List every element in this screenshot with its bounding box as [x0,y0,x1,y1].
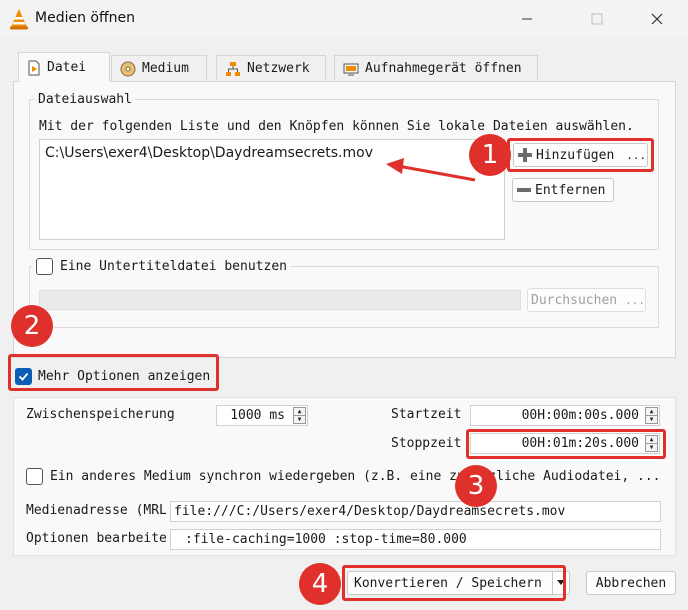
tab-label: Medium [142,61,189,76]
browse-button-label: Durchsuchen [531,292,618,308]
minus-icon [517,188,531,192]
annotation-box-more-options [8,354,219,391]
start-time-input[interactable]: 00H:00m:00s.000 [470,405,660,426]
edit-options-value: :file-caching=1000 :stop-time=80.000 [185,532,467,547]
sync-media-checkbox[interactable] [26,468,43,485]
tab-aufnahmegeraet[interactable]: Aufnahmegerät öffnen [334,55,538,81]
cancel-button-label: Abbrechen [595,575,667,591]
tab-label: Aufnahmegerät öffnen [365,61,522,76]
edit-options-input[interactable]: :file-caching=1000 :stop-time=80.000 [170,529,661,550]
tab-medium[interactable]: Medium [111,55,207,81]
annotation-box-add [507,138,654,172]
sync-media-row[interactable]: Ein anderes Medium synchron wiedergeben … [26,468,660,485]
minimize-button[interactable] [504,0,550,38]
file-selection-description: Mit der folgenden Liste und den Knöpfen … [39,119,634,134]
annotation-badge-1: 1 [469,134,511,176]
stop-time-label: Stoppzeit [391,436,462,451]
tab-label: Datei [47,60,87,75]
caching-spinner[interactable]: ▲ ▼ [293,407,306,424]
annotation-box-convert [342,565,566,601]
caching-label: Zwischenspeicherung [26,407,175,422]
annotation-badge-3: 3 [455,465,497,507]
start-time-spinner[interactable]: ▲ ▼ [645,407,658,424]
mrl-value: file:///C:/Users/exer4/Desktop/Daydreams… [174,504,566,519]
list-item[interactable]: C:\Users\exer4\Desktop\Daydreamsecrets.m… [45,145,373,161]
annotation-badge-2: 2 [11,305,53,347]
browse-button: Durchsuchen ... [527,288,646,312]
tab-label: Netzwerk [247,61,310,76]
annotation-badge-4: 4 [299,563,341,605]
vlc-logo-icon [9,8,29,30]
network-icon [226,61,240,76]
subtitle-checkbox-row[interactable]: Eine Untertiteldatei benutzen [33,258,290,275]
file-icon [28,60,40,75]
annotation-arrow-icon [386,158,476,182]
tab-netzwerk[interactable]: Netzwerk [216,55,326,81]
subtitle-checkbox-label: Eine Untertiteldatei benutzen [60,259,287,274]
edit-options-label: Optionen bearbeiten [26,531,166,546]
start-time-value: 00H:00m:00s.000 [521,408,639,423]
annotation-box-stop-time [466,429,666,459]
browse-more-toggle: ... [625,293,645,307]
close-button[interactable] [634,0,680,38]
subtitle-checkbox[interactable] [36,258,53,275]
tab-datei[interactable]: Datei [18,52,110,82]
maximize-button[interactable] [574,0,620,38]
disc-icon [120,61,136,76]
caching-value: 1000 ms [230,408,285,423]
mrl-label: Medienadresse (MRL [26,503,166,518]
subtitle-file-field [39,290,521,310]
start-time-label: Startzeit [391,407,462,422]
cancel-button[interactable]: Abbrechen [586,571,676,595]
sync-media-label: Ein anderes Medium synchron wiedergeben … [50,469,661,484]
close-icon [651,13,663,25]
capture-device-icon [343,63,359,75]
file-selection-group-label: Dateiauswahl [35,92,135,107]
remove-button[interactable]: Entfernen [512,178,614,202]
remove-button-label: Entfernen [535,182,606,198]
window-title: Medien öffnen [35,10,135,26]
mrl-input[interactable]: file:///C:/Users/exer4/Desktop/Daydreams… [170,501,661,522]
